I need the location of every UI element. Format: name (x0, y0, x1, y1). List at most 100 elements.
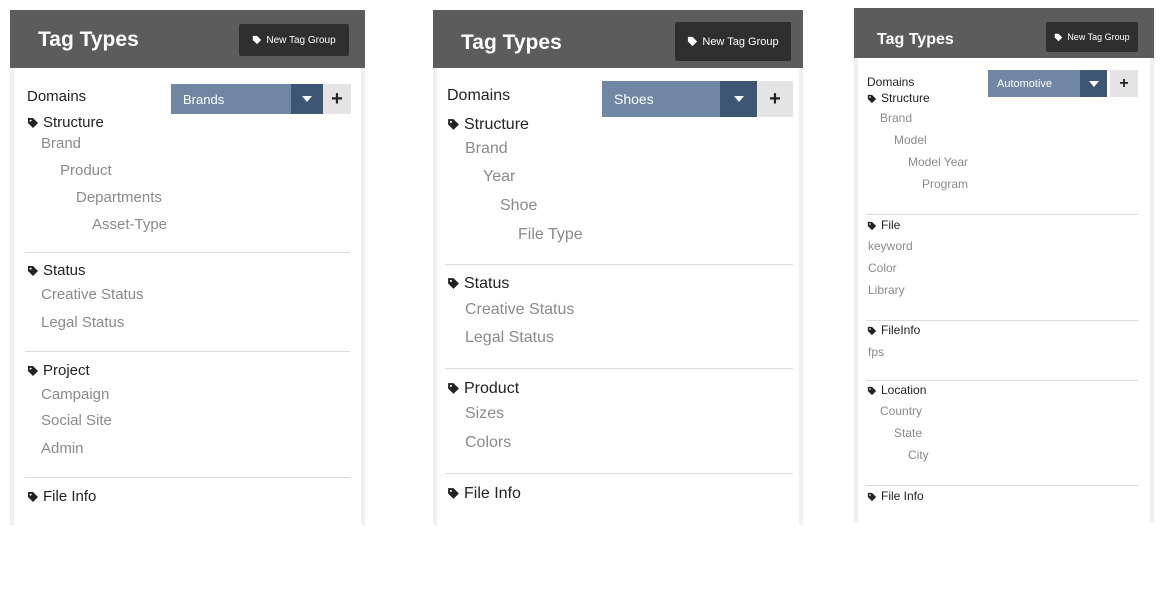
tag-icon (28, 265, 38, 276)
new-tag-group-label: New Tag Group (702, 35, 779, 48)
domain-select[interactable]: Brands (171, 84, 291, 114)
tag-icon (867, 492, 877, 501)
plus-icon: + (331, 87, 343, 110)
tag-icon (867, 221, 877, 230)
tag-item[interactable]: Asset-Type (92, 216, 167, 233)
tag-group-title[interactable]: Project (27, 362, 90, 379)
tag-group-title[interactable]: Location (867, 383, 926, 397)
plus-icon: + (1119, 74, 1129, 92)
group-divider (25, 351, 350, 352)
chevron-down-icon[interactable] (1080, 70, 1107, 97)
new-tag-group-label: New Tag Group (266, 34, 336, 46)
tag-types-panel: Tag Types New Tag Group Domains Automotive +… (854, 8, 1154, 523)
panel-edge (854, 8, 858, 523)
domains-label: Domains (447, 87, 511, 104)
tag-icon (28, 491, 38, 502)
tag-group-title[interactable]: Structure (867, 91, 930, 105)
dropdown-caret (733, 96, 744, 102)
tag-icon (448, 278, 459, 290)
new-tag-group-button[interactable]: New Tag Group (675, 22, 791, 61)
tag-item[interactable]: Sizes (465, 405, 504, 423)
domain-select-value: Brands (183, 91, 225, 107)
tag-item[interactable]: Color (868, 261, 897, 275)
tag-icon (448, 383, 459, 395)
page-title: Tag Types (877, 31, 954, 48)
dropdown-caret (1088, 80, 1099, 87)
tag-item[interactable]: Country (880, 404, 922, 418)
tag-icon (867, 386, 877, 395)
tag-item[interactable]: Model (894, 133, 927, 147)
group-divider (25, 477, 350, 478)
tag-group-title[interactable]: Structure (27, 114, 104, 131)
tag-item[interactable]: Social Site (41, 412, 112, 429)
tag-group-title[interactable]: File Info (447, 485, 521, 503)
tag-item[interactable]: State (894, 426, 922, 440)
tag-item[interactable]: keyword (868, 239, 913, 253)
tag-group-label: Status (43, 261, 86, 279)
panel-header: Tag Types New Tag Group (433, 10, 803, 68)
add-domain-button[interactable]: + (323, 84, 351, 114)
tag-group-label: Structure (881, 91, 930, 105)
tag-item[interactable]: Legal Status (41, 314, 124, 331)
tag-item[interactable]: City (908, 448, 929, 462)
panel-edge (799, 10, 803, 525)
panel-edge (433, 10, 437, 525)
tag-group-label: File Info (881, 489, 924, 503)
tag-item[interactable]: Program (922, 177, 968, 191)
tag-item[interactable]: Departments (76, 189, 162, 206)
tag-item[interactable]: Brand (465, 140, 508, 158)
tag-group-title[interactable]: File Info (27, 488, 96, 505)
group-divider (445, 473, 793, 474)
tag-item[interactable]: Creative Status (41, 286, 144, 303)
tag-group-title[interactable]: Structure (447, 116, 529, 134)
panel-header: Tag Types New Tag Group (854, 8, 1154, 58)
page-title: Tag Types (461, 31, 562, 54)
tag-item[interactable]: Brand (41, 135, 81, 152)
tag-group-label: Structure (43, 113, 104, 131)
tag-group-label: Project (43, 361, 90, 379)
group-divider (866, 380, 1138, 381)
tag-group-label: File Info (464, 485, 521, 502)
tag-icon (28, 365, 38, 376)
tag-group-label: Status (464, 275, 510, 292)
tag-group-label: FileInfo (881, 323, 921, 337)
tag-item[interactable]: Creative Status (465, 301, 574, 319)
tag-group-title[interactable]: Status (447, 275, 509, 293)
group-divider (866, 320, 1138, 321)
chevron-down-icon[interactable] (291, 84, 323, 114)
tag-item[interactable]: Campaign (41, 386, 109, 403)
add-domain-button[interactable]: + (1110, 70, 1138, 97)
dropdown-caret (302, 96, 312, 102)
tag-group-label: Location (881, 383, 927, 397)
tag-group-title[interactable]: Product (447, 380, 519, 398)
tag-item[interactable]: Brand (880, 111, 912, 125)
new-tag-group-button[interactable]: New Tag Group (239, 24, 349, 56)
tag-item[interactable]: Shoe (500, 197, 537, 215)
tag-group-title[interactable]: FileInfo (867, 323, 920, 337)
tag-item[interactable]: fps (868, 345, 884, 359)
tag-group-title[interactable]: File (867, 218, 900, 232)
new-tag-group-button[interactable]: New Tag Group (1046, 22, 1138, 52)
panel-header: Tag Types New Tag Group (10, 10, 365, 68)
tag-item[interactable]: Admin (41, 440, 84, 457)
domain-select-value: Automotive (997, 77, 1053, 90)
tag-group-title[interactable]: Status (27, 262, 86, 279)
tag-item[interactable]: Colors (465, 434, 511, 452)
group-divider (25, 252, 350, 253)
domain-select[interactable]: Shoes (602, 81, 720, 117)
domain-select-value: Shoes (614, 91, 654, 107)
page-title: Tag Types (38, 28, 139, 51)
tag-group-title[interactable]: File Info (867, 489, 924, 503)
tag-item[interactable]: Legal Status (465, 329, 554, 347)
add-domain-button[interactable]: + (757, 81, 793, 117)
tag-icon (1055, 33, 1063, 41)
domain-select[interactable]: Automotive (988, 70, 1080, 97)
tag-item[interactable]: Product (60, 162, 112, 179)
tag-icon (867, 326, 877, 335)
tag-item[interactable]: Year (483, 168, 515, 186)
tag-item[interactable]: File Type (518, 226, 583, 244)
tag-item[interactable]: Model Year (908, 155, 968, 169)
chevron-down-icon[interactable] (720, 81, 757, 117)
tag-item[interactable]: Library (868, 283, 905, 297)
group-divider (445, 368, 793, 369)
